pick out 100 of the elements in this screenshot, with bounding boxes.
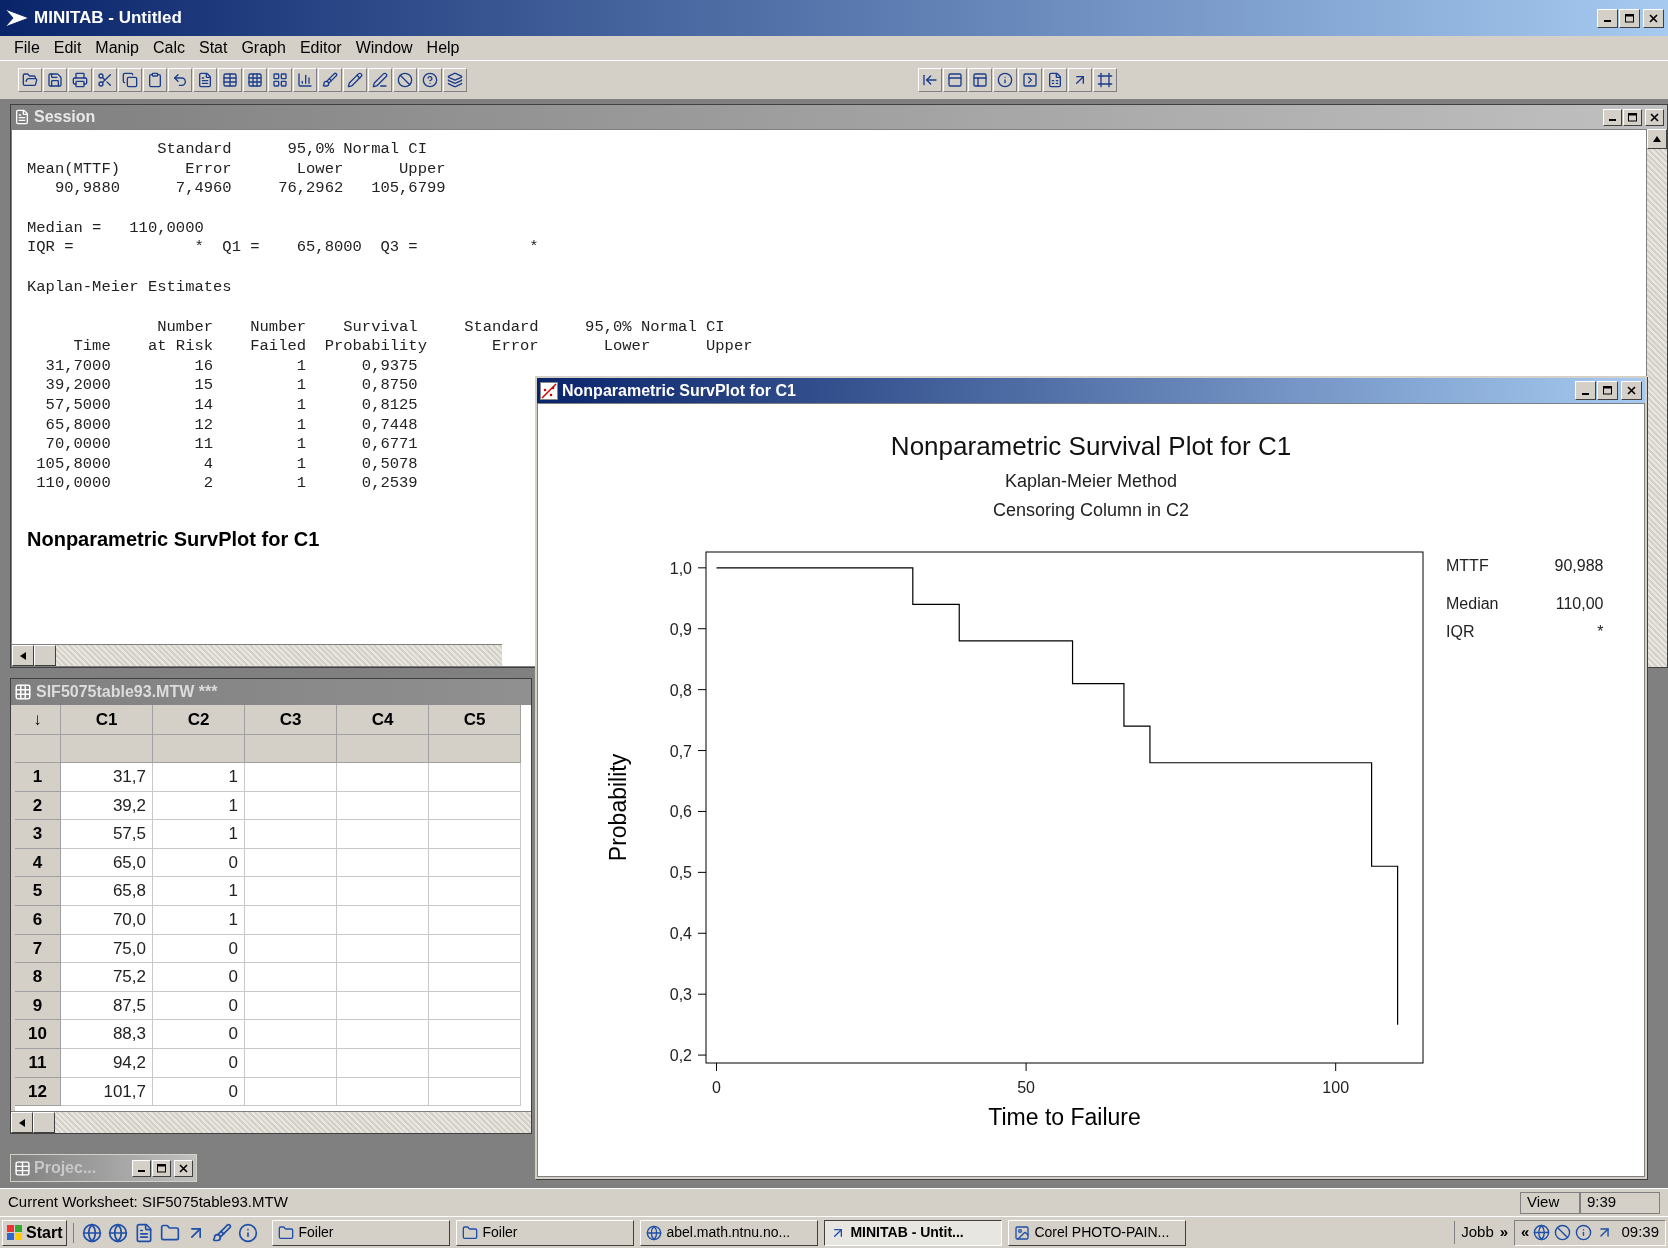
- row-header[interactable]: 8: [15, 963, 61, 992]
- column-header[interactable]: C4: [337, 705, 429, 735]
- arrow-button[interactable]: [918, 68, 942, 92]
- taskbar-button[interactable]: Foiler: [456, 1219, 635, 1246]
- table-cell[interactable]: [245, 820, 337, 849]
- corner-header[interactable]: ↓: [15, 705, 61, 735]
- arrow-up-button[interactable]: [1068, 68, 1092, 92]
- table-cell[interactable]: 57,5: [61, 820, 153, 849]
- table-cell[interactable]: [337, 877, 429, 906]
- cut-button[interactable]: [93, 68, 117, 92]
- menu-item[interactable]: Stat: [198, 36, 228, 60]
- cancel-button[interactable]: [393, 68, 417, 92]
- table-cell[interactable]: [245, 848, 337, 878]
- menu-item[interactable]: Help: [426, 36, 460, 60]
- table-cell[interactable]: [337, 791, 429, 821]
- taskbar-button[interactable]: abel.math.ntnu.no...: [640, 1219, 819, 1246]
- table-cell[interactable]: 0: [153, 991, 245, 1021]
- table-cell[interactable]: [245, 763, 337, 792]
- column-name-cell[interactable]: [337, 735, 429, 763]
- column-header[interactable]: C2: [153, 705, 245, 735]
- quick-launch-icon[interactable]: [160, 1222, 181, 1243]
- table-cell[interactable]: [429, 963, 521, 992]
- minimize-button[interactable]: [1597, 8, 1618, 28]
- table-cell[interactable]: [429, 877, 521, 906]
- taskbar-button[interactable]: Corel PHOTO-PAIN...: [1008, 1219, 1187, 1246]
- grid-button[interactable]: [243, 68, 267, 92]
- layers-button[interactable]: [443, 68, 467, 92]
- column-header[interactable]: C3: [245, 705, 337, 735]
- taskbar-button[interactable]: MINITAB - Untit...: [824, 1219, 1003, 1246]
- info-button[interactable]: [993, 68, 1017, 92]
- table-cell[interactable]: [429, 791, 521, 821]
- table-cell[interactable]: 88,3: [61, 1020, 153, 1049]
- column-name-cell[interactable]: [429, 735, 521, 763]
- table-cell[interactable]: [245, 905, 337, 935]
- row-header[interactable]: 12: [15, 1077, 61, 1107]
- horizontal-scrollbar[interactable]: [12, 644, 502, 666]
- table-cell[interactable]: [245, 791, 337, 821]
- table-cell[interactable]: 75,0: [61, 934, 153, 964]
- minimize-button[interactable]: [132, 1159, 151, 1177]
- paste-button[interactable]: [143, 68, 167, 92]
- row-header[interactable]: 1: [15, 763, 61, 792]
- table-cell[interactable]: [337, 991, 429, 1021]
- command-button[interactable]: [1018, 68, 1042, 92]
- table-cell[interactable]: 0: [153, 963, 245, 992]
- open-folder-button[interactable]: [18, 68, 42, 92]
- table-cell[interactable]: [429, 763, 521, 792]
- table-cell[interactable]: 1: [153, 877, 245, 906]
- maximize-button[interactable]: [1597, 381, 1618, 400]
- table-cell[interactable]: [429, 905, 521, 935]
- table-cell[interactable]: 70,0: [61, 905, 153, 935]
- close-button[interactable]: [174, 1159, 193, 1177]
- quick-launch-icon[interactable]: [238, 1222, 259, 1243]
- table-cell[interactable]: 65,0: [61, 848, 153, 878]
- brush-button[interactable]: [318, 68, 342, 92]
- column-header[interactable]: C1: [61, 705, 153, 735]
- menu-item[interactable]: Edit: [53, 36, 82, 60]
- pencil-button[interactable]: [343, 68, 367, 92]
- help-button[interactable]: [418, 68, 442, 92]
- minimize-button[interactable]: [1575, 381, 1596, 400]
- tray-icon[interactable]: [1575, 1224, 1593, 1241]
- table-cell[interactable]: 0: [153, 934, 245, 964]
- column-header[interactable]: C5: [429, 705, 521, 735]
- start-button[interactable]: Start: [2, 1219, 68, 1246]
- column-name-cell[interactable]: [153, 735, 245, 763]
- table-cell[interactable]: [337, 905, 429, 935]
- table-cell[interactable]: 1: [153, 791, 245, 821]
- table-cell[interactable]: 0: [153, 848, 245, 878]
- row-header[interactable]: 9: [15, 991, 61, 1021]
- table-cell[interactable]: 101,7: [61, 1077, 153, 1107]
- horizontal-scrollbar[interactable]: [11, 1111, 531, 1133]
- row-header[interactable]: 11: [15, 1048, 61, 1078]
- table-cell[interactable]: [337, 934, 429, 964]
- print-button[interactable]: [68, 68, 92, 92]
- table-cell[interactable]: [245, 991, 337, 1021]
- row-header[interactable]: 2: [15, 791, 61, 821]
- table-cell[interactable]: [337, 963, 429, 992]
- close-button[interactable]: [1645, 108, 1664, 126]
- quick-launch-icon[interactable]: [134, 1222, 155, 1243]
- table-cell[interactable]: 31,7: [61, 763, 153, 792]
- table-cell[interactable]: 75,2: [61, 963, 153, 992]
- row-header[interactable]: 4: [15, 848, 61, 878]
- collapse-tray-button[interactable]: «: [1521, 1221, 1530, 1244]
- save-button[interactable]: [43, 68, 67, 92]
- tray-icon[interactable]: [1554, 1224, 1572, 1241]
- table-button[interactable]: [218, 68, 242, 92]
- more-button[interactable]: »: [1499, 1221, 1509, 1244]
- pen-button[interactable]: [368, 68, 392, 92]
- table-cell[interactable]: [245, 1077, 337, 1107]
- table-cell[interactable]: 0: [153, 1020, 245, 1049]
- table-cell[interactable]: 39,2: [61, 791, 153, 821]
- table-cell[interactable]: [429, 991, 521, 1021]
- table-cell[interactable]: 1: [153, 763, 245, 792]
- column-name-cell[interactable]: [61, 735, 153, 763]
- close-button[interactable]: [1621, 381, 1642, 400]
- vertical-scrollbar[interactable]: [1647, 129, 1667, 667]
- maximize-button[interactable]: [1623, 108, 1642, 126]
- document-button[interactable]: [193, 68, 217, 92]
- sheet-button[interactable]: [1043, 68, 1067, 92]
- windows-button[interactable]: [968, 68, 992, 92]
- window-button[interactable]: [943, 68, 967, 92]
